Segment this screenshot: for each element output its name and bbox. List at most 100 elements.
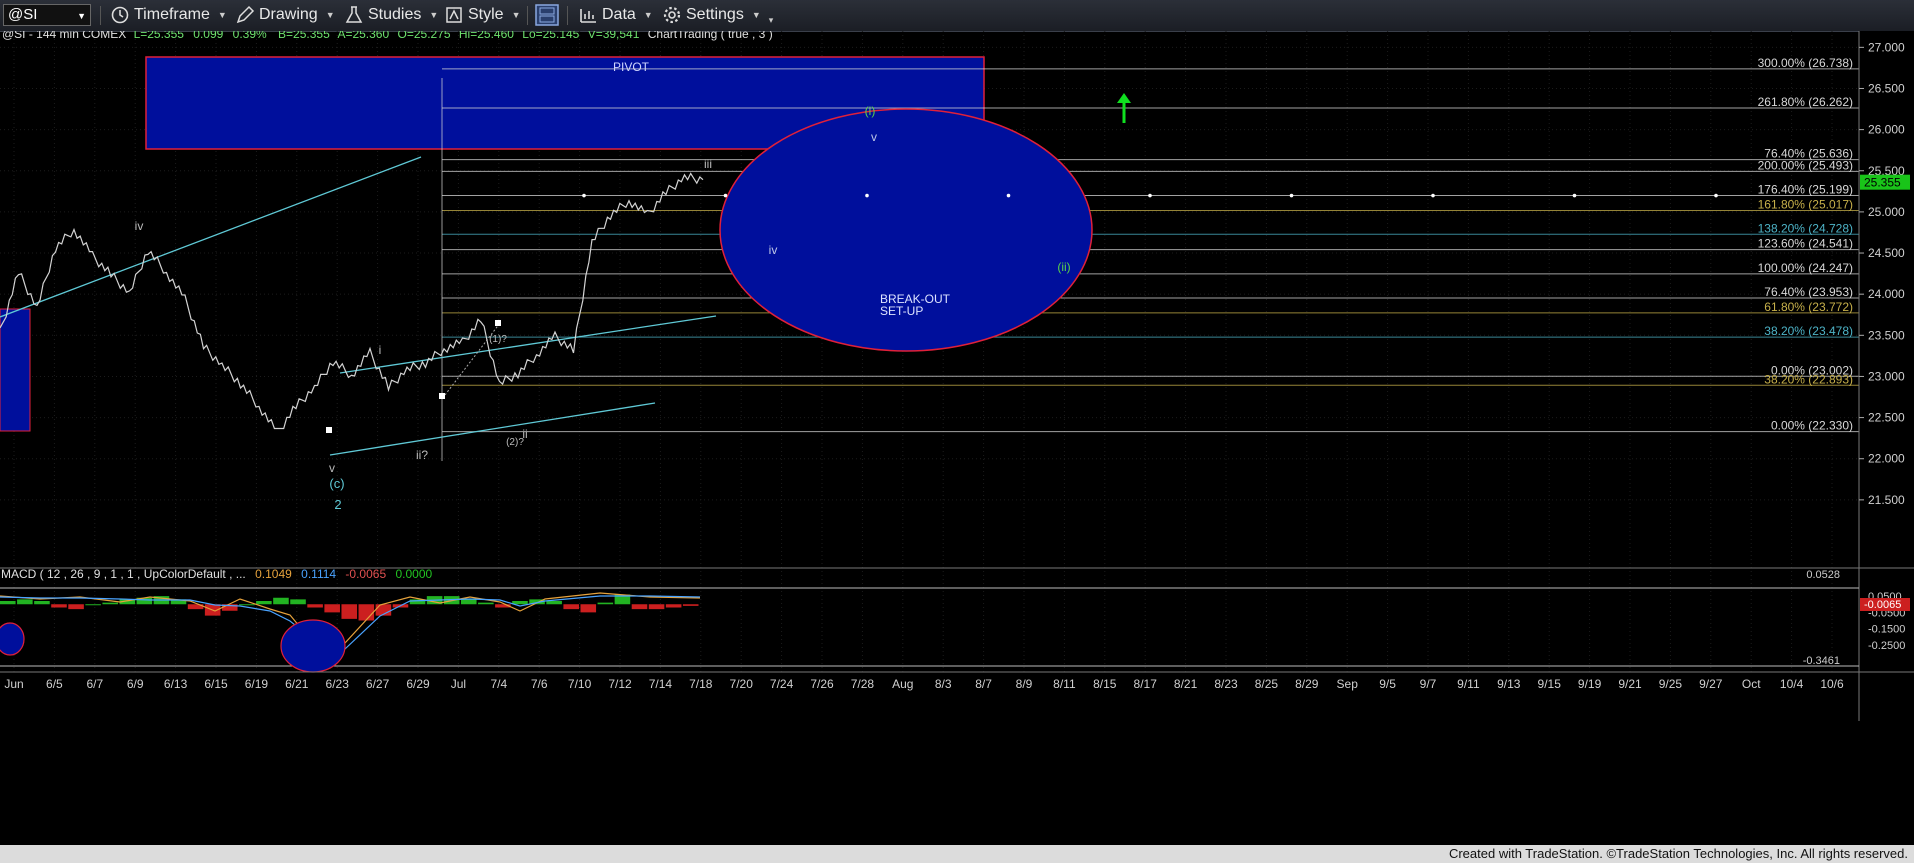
target-dot bbox=[1289, 193, 1294, 198]
wave-label-2: 2 bbox=[334, 497, 341, 512]
timeframe-button[interactable]: Timeframe ▼ bbox=[110, 4, 227, 26]
date-tick-label: 7/28 bbox=[851, 677, 875, 691]
caret-down-icon: ▼ bbox=[325, 10, 335, 20]
price-tick-label: 23.000 bbox=[1868, 369, 1905, 383]
caret-down-icon: ▼ bbox=[751, 10, 761, 20]
wave-label-c: (c) bbox=[329, 476, 344, 491]
macd-max-label: 0.0528 bbox=[1806, 569, 1840, 581]
date-tick-label: 6/13 bbox=[164, 677, 188, 691]
date-tick-label: 6/21 bbox=[285, 677, 309, 691]
macd-bar bbox=[273, 597, 289, 605]
fib-label: 100.00% (24.247) bbox=[1758, 261, 1853, 275]
macd-bar bbox=[290, 599, 306, 605]
date-tick-label: 7/24 bbox=[770, 677, 794, 691]
fib-label: 61.80% (23.772) bbox=[1764, 300, 1853, 314]
macd-bar bbox=[682, 604, 699, 606]
target-dot bbox=[1714, 193, 1718, 198]
macd-bar bbox=[17, 599, 33, 605]
date-tick-label: 6/27 bbox=[366, 677, 390, 691]
macd-bar bbox=[580, 604, 597, 613]
macd-tick-label: -0.2500 bbox=[1868, 640, 1905, 652]
wave-label-ii-circled: (ii) bbox=[1057, 260, 1070, 274]
date-tick-label: 10/4 bbox=[1780, 677, 1804, 691]
date-tick-label: 7/6 bbox=[531, 677, 548, 691]
price-tick-label: 26.500 bbox=[1868, 81, 1905, 95]
chart-header: @SI - 144 min COMEX L=25.355 0.099 0.39%… bbox=[2, 31, 773, 41]
date-tick-label: 6/7 bbox=[86, 677, 103, 691]
macd-value: 0.1049 bbox=[255, 567, 292, 581]
macd-bar bbox=[631, 604, 648, 610]
date-tick-label: 9/7 bbox=[1420, 677, 1437, 691]
date-tick-label: 9/19 bbox=[1578, 677, 1602, 691]
date-tick-label: 8/25 bbox=[1255, 677, 1279, 691]
target-dot bbox=[1572, 193, 1577, 198]
wave-label-i: i bbox=[379, 343, 382, 357]
fib-label: 123.60% (24.541) bbox=[1758, 237, 1853, 251]
studies-label: Studies bbox=[368, 6, 422, 23]
date-tick-label: 8/17 bbox=[1134, 677, 1158, 691]
date-tick-label: 8/9 bbox=[1016, 677, 1033, 691]
open-value: O=25.275 bbox=[398, 31, 451, 41]
price-series bbox=[0, 172, 704, 430]
date-tick-label: Oct bbox=[1742, 677, 1761, 691]
date-tick-label: 6/5 bbox=[46, 677, 63, 691]
toolbar-separator bbox=[527, 6, 528, 25]
channel-upper-line bbox=[339, 315, 717, 374]
date-tick-label: 9/15 bbox=[1538, 677, 1562, 691]
style-button[interactable]: Style ▼ bbox=[444, 4, 521, 26]
fib-label: 176.40% (25.199) bbox=[1758, 183, 1853, 197]
target-dot bbox=[1006, 193, 1011, 198]
target-dot bbox=[723, 193, 728, 198]
date-tick-label: 6/15 bbox=[204, 677, 228, 691]
chart-canvas[interactable]: PIVOT 300.00% (26.738) 261.80% (26.262) 76… bbox=[0, 31, 1914, 845]
ask-value: A=25.360 bbox=[337, 31, 389, 41]
setup-label: SET-UP bbox=[880, 304, 923, 318]
macd-bar bbox=[478, 602, 494, 605]
date-axis-ticks[interactable]: Jun 6/5 6/7 6/9 6/13 6/15 6/19 6/21 6/23 6/27 6/29… bbox=[4, 677, 1844, 691]
clock-icon bbox=[111, 6, 129, 24]
settings-label: Settings bbox=[686, 6, 744, 23]
macd-bar bbox=[563, 604, 579, 610]
data-button[interactable]: Data ▼ bbox=[578, 4, 653, 26]
macd-bar bbox=[324, 604, 340, 613]
price-tick-label: 26.000 bbox=[1868, 123, 1905, 137]
date-tick-label: 7/26 bbox=[810, 677, 834, 691]
settings-button[interactable]: Settings ▼ ▾ bbox=[662, 4, 773, 26]
fib-label: 261.80% (26.262) bbox=[1758, 95, 1853, 109]
macd-tick-label: -0.1500 bbox=[1868, 624, 1905, 636]
wave-label-i-circled: (i) bbox=[865, 104, 876, 118]
date-tick-label: 8/23 bbox=[1214, 677, 1238, 691]
layout-button[interactable] bbox=[535, 4, 563, 26]
date-tick-label: 9/21 bbox=[1618, 677, 1642, 691]
macd-bar bbox=[256, 601, 272, 605]
symbol-value: @SI bbox=[8, 6, 38, 23]
gear-icon bbox=[663, 6, 681, 24]
target-dot bbox=[1431, 193, 1435, 198]
high-value: Hi=25.460 bbox=[459, 31, 514, 41]
macd-zero-value: 0.0000 bbox=[395, 567, 432, 581]
date-tick-label: 7/20 bbox=[730, 677, 754, 691]
wave-label-ii-question: ii? bbox=[416, 448, 428, 462]
macd-bar bbox=[68, 604, 84, 610]
low-value: Lo=25.145 bbox=[522, 31, 579, 41]
copyright-text: Created with TradeStation. ©TradeStation… bbox=[1448, 846, 1908, 861]
macd-bar bbox=[665, 604, 682, 608]
drawing-button[interactable]: Drawing ▼ bbox=[235, 4, 335, 26]
pct-change-value: 0.39% bbox=[233, 31, 267, 41]
macd-bar bbox=[341, 604, 358, 619]
date-tick-label: 7/10 bbox=[568, 677, 592, 691]
last-price-value: 25.355 bbox=[1864, 176, 1901, 190]
date-tick-label: 6/23 bbox=[326, 677, 350, 691]
fib-label: 200.00% (25.493) bbox=[1758, 158, 1853, 172]
symbol-input[interactable]: @SI ▼ bbox=[3, 4, 91, 26]
wave-label-v: v bbox=[871, 130, 877, 144]
date-tick-label: 7/14 bbox=[649, 677, 673, 691]
caret-down-icon: ▾ bbox=[768, 14, 774, 25]
style-icon bbox=[446, 7, 462, 23]
studies-button[interactable]: Studies ▼ bbox=[344, 4, 438, 26]
macd-bar bbox=[460, 599, 477, 605]
fib-label: 38.20% (23.478) bbox=[1764, 324, 1853, 338]
macd-bar bbox=[648, 604, 665, 610]
flask-icon bbox=[345, 6, 363, 23]
date-tick-label: 8/3 bbox=[935, 677, 952, 691]
